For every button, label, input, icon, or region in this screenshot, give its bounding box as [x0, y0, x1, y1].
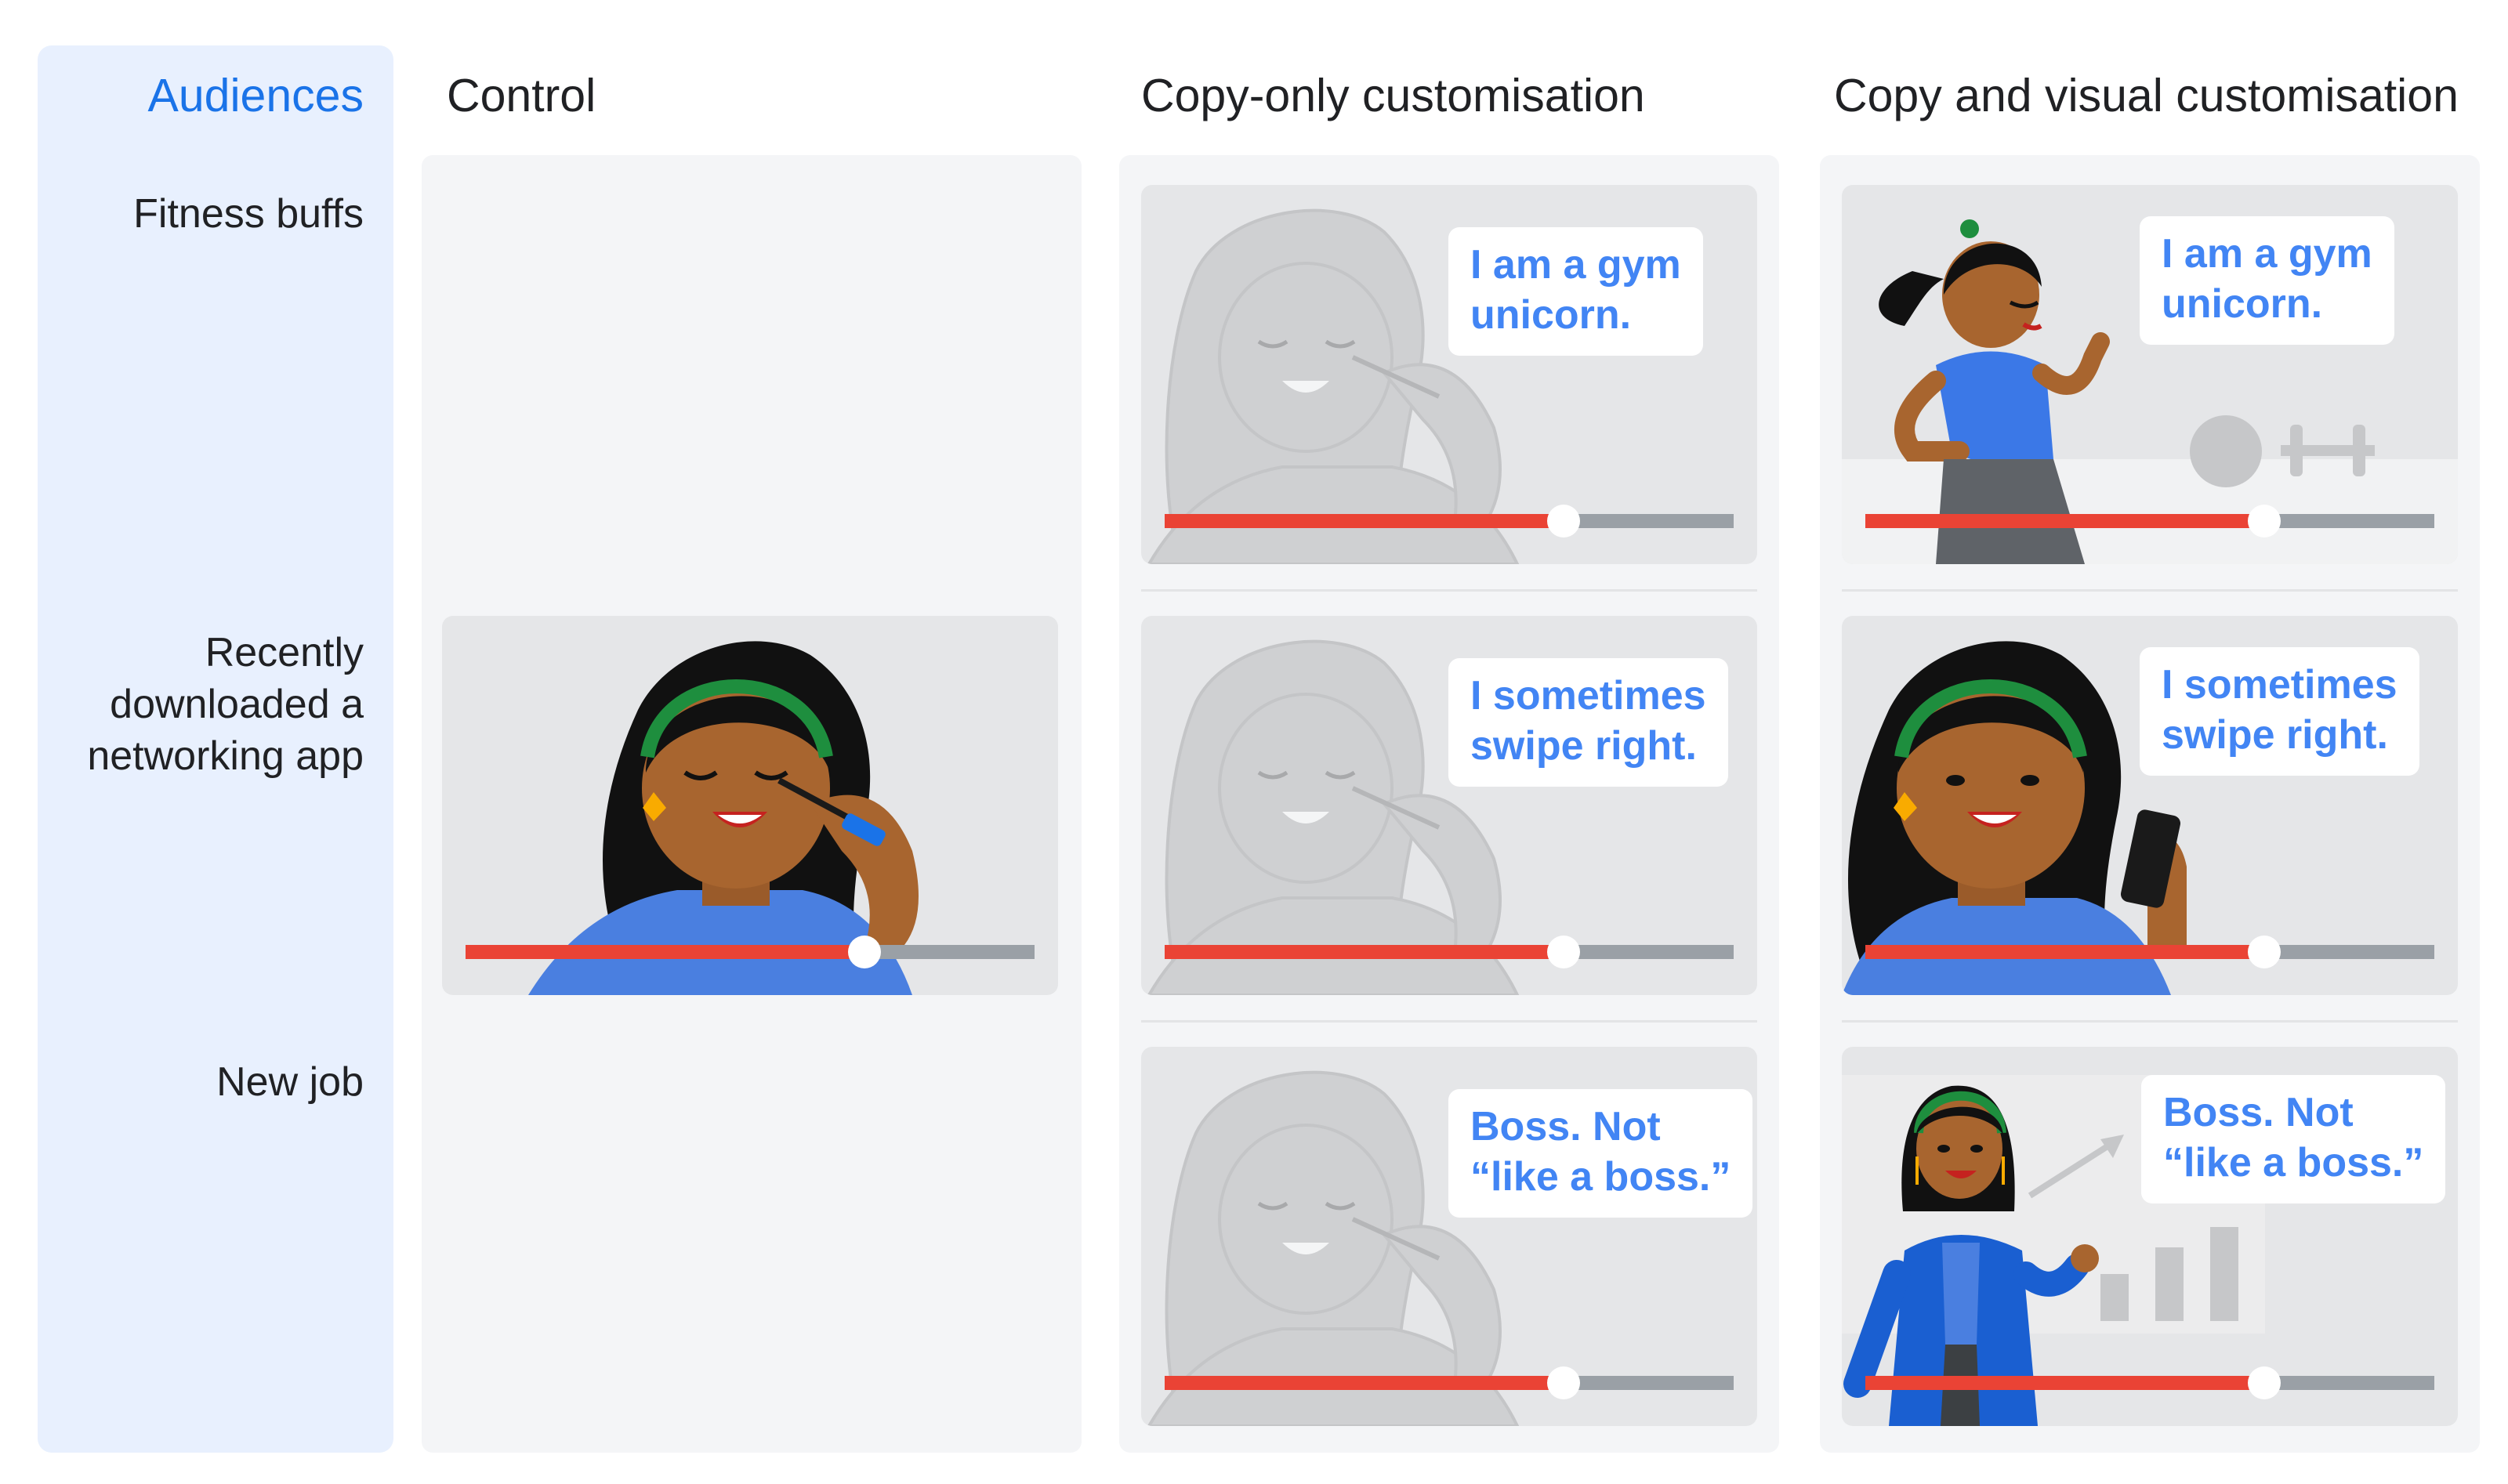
progress-fill	[1165, 514, 1563, 528]
copy-bubble: Boss. Not “like a boss.”	[1448, 1089, 1753, 1218]
progress-knob[interactable]	[2248, 936, 2281, 968]
copy-bubble: Boss. Not “like a boss.”	[2141, 1075, 2446, 1203]
row-divider	[1842, 1020, 2458, 1023]
progress-fill	[1865, 1376, 2263, 1390]
row-divider	[1842, 589, 2458, 592]
copy-bubble: I sometimes swipe right.	[2140, 647, 2419, 776]
progress-knob[interactable]	[2248, 505, 2281, 537]
copy-only-heading: Copy-only customisation	[1141, 70, 1645, 121]
bubble-line-1: I am a gym	[1470, 242, 1681, 288]
copy-bubble: I am a gym unicorn.	[2140, 216, 2394, 345]
copy-only-card-new-job[interactable]: Boss. Not “like a boss.”	[1141, 1047, 1757, 1426]
copy-bubble: I sometimes swipe right.	[1448, 658, 1728, 787]
copy-visual-heading: Copy and visual customisation	[1834, 70, 2459, 121]
bubble-line-2: “like a boss.”	[2163, 1140, 2424, 1185]
row-divider	[1141, 589, 1757, 592]
woman-mascara-icon	[528, 641, 919, 995]
progress-knob[interactable]	[1547, 505, 1580, 537]
row-divider	[1141, 1020, 1757, 1023]
audiences-heading: Audiences	[147, 70, 364, 121]
bubble-line-1: I sometimes	[1470, 673, 1706, 718]
progress-fill	[1865, 945, 2263, 959]
copy-visual-card-new-job[interactable]: Boss. Not “like a boss.”	[1842, 1047, 2458, 1426]
progress-knob[interactable]	[1547, 1366, 1580, 1399]
bubble-line-1: I am a gym	[2162, 231, 2372, 277]
progress-knob[interactable]	[848, 936, 881, 968]
audience-label-fitness: Fitness buffs	[133, 191, 364, 237]
copy-only-card-fitness[interactable]: I am a gym unicorn.	[1141, 185, 1757, 564]
bubble-line-2: “like a boss.”	[1470, 1154, 1731, 1200]
progress-fill	[1865, 514, 2263, 528]
bubble-line-2: swipe right.	[1470, 723, 1697, 769]
bubble-line-2: unicorn.	[2162, 281, 2323, 327]
bubble-line-2: swipe right.	[2162, 712, 2388, 758]
bubble-line-2: unicorn.	[1470, 292, 1632, 338]
copy-only-card-networking[interactable]: I sometimes swipe right.	[1141, 616, 1757, 995]
progress-fill	[1165, 1376, 1563, 1390]
bubble-line-1: Boss. Not	[2163, 1090, 2354, 1135]
progress-fill	[1165, 945, 1563, 959]
bubble-line-1: Boss. Not	[1470, 1104, 1661, 1149]
control-heading: Control	[447, 70, 596, 121]
bubble-line-1: I sometimes	[2162, 662, 2397, 708]
copy-visual-card-fitness[interactable]: I am a gym unicorn.	[1842, 185, 2458, 564]
progress-knob[interactable]	[2248, 1366, 2281, 1399]
copy-bubble: I am a gym unicorn.	[1448, 227, 1703, 356]
progress-knob[interactable]	[1547, 936, 1580, 968]
audience-label-new-job: New job	[216, 1059, 364, 1105]
progress-fill	[466, 945, 864, 959]
copy-visual-card-networking[interactable]: I sometimes swipe right.	[1842, 616, 2458, 995]
audience-label-networking: Recently downloaded a networking app	[87, 630, 364, 779]
control-video-card[interactable]	[442, 616, 1058, 995]
